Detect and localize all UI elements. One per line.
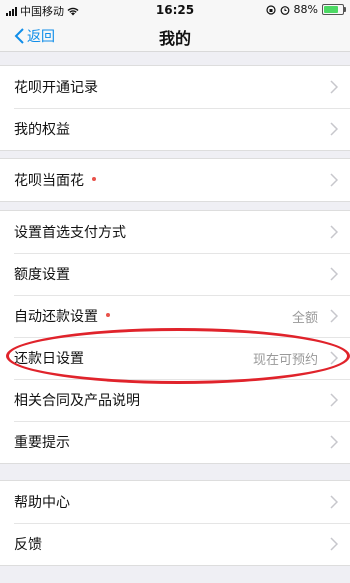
menu-item-contracts[interactable]: 相关合同及产品说明	[0, 379, 350, 421]
battery-percent: 88%	[293, 3, 318, 16]
menu-item-feedback[interactable]: 反馈	[0, 523, 350, 565]
menu-item-label: 反馈	[14, 537, 42, 553]
menu-item-payment-method[interactable]: 设置首选支付方式	[0, 211, 350, 253]
menu-group-2: 花呗当面花	[0, 158, 350, 202]
chevron-right-icon	[330, 495, 338, 509]
menu-item-label: 重要提示	[14, 435, 70, 451]
chevron-right-icon	[330, 393, 338, 407]
menu-item-label: 额度设置	[14, 267, 70, 283]
nav-bar: 返回 我的	[0, 20, 350, 52]
menu-group-4: 帮助中心 反馈	[0, 480, 350, 566]
menu-item-credit-limit[interactable]: 额度设置	[0, 253, 350, 295]
orientation-lock-icon	[265, 4, 276, 15]
chevron-right-icon	[330, 267, 338, 281]
menu-item-repay-date[interactable]: 还款日设置 现在可预约	[0, 337, 350, 379]
status-bar: 中国移动 16:25 88%	[0, 0, 350, 20]
menu-item-label: 自动还款设置	[14, 306, 110, 326]
menu-item-value: 全额	[291, 311, 318, 326]
chevron-right-icon	[330, 435, 338, 449]
menu-item-value: 现在可预约	[252, 353, 318, 368]
menu-group-1: 花呗开通记录 我的权益	[0, 65, 350, 151]
menu-item-label: 我的权益	[14, 122, 70, 138]
menu-item-label: 帮助中心	[14, 495, 70, 511]
chevron-right-icon	[330, 225, 338, 239]
menu-item-label: 花呗开通记录	[14, 80, 98, 96]
menu-item-important-notice[interactable]: 重要提示	[0, 421, 350, 463]
menu-item-label: 相关合同及产品说明	[14, 393, 140, 409]
battery-icon	[322, 4, 346, 15]
menu-item-huabei-records[interactable]: 花呗开通记录	[0, 66, 350, 108]
page-title: 我的	[158, 29, 191, 48]
menu-item-label: 花呗当面花	[14, 170, 96, 190]
alarm-icon	[280, 5, 289, 15]
status-right: 88%	[265, 3, 346, 16]
notification-dot	[106, 313, 110, 317]
menu-item-help-center[interactable]: 帮助中心	[0, 481, 350, 523]
chevron-right-icon	[330, 122, 338, 136]
chevron-right-icon	[330, 80, 338, 94]
chevron-right-icon	[330, 173, 338, 187]
notification-dot	[92, 177, 96, 181]
menu-group-3: 设置首选支付方式 额度设置 自动还款设置 全额 还款日设置 现在可预约 相关合同…	[0, 210, 350, 464]
chevron-right-icon	[330, 351, 338, 365]
menu-item-label: 设置首选支付方式	[14, 225, 126, 241]
menu-item-label: 还款日设置	[14, 351, 84, 367]
menu-item-my-benefits[interactable]: 我的权益	[0, 108, 350, 150]
menu-item-face-to-face[interactable]: 花呗当面花	[0, 159, 350, 201]
battery-fill	[324, 6, 339, 13]
menu-item-auto-repay[interactable]: 自动还款设置 全额	[0, 295, 350, 337]
chevron-right-icon	[330, 309, 338, 323]
chevron-right-icon	[330, 537, 338, 551]
